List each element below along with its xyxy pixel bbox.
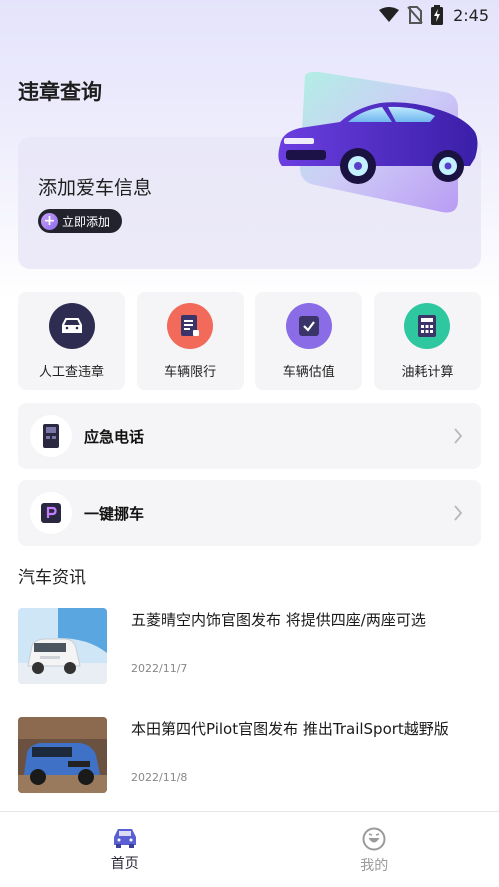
news-thumbnail [18, 717, 107, 793]
news-date: 2022/11/8 [131, 771, 188, 784]
feature-manual-violation[interactable]: 人工查违章 [18, 292, 125, 390]
no-sim-icon [407, 6, 423, 24]
wifi-icon [379, 7, 400, 22]
checkbox-icon [285, 303, 332, 349]
nav-label: 首页 [110, 856, 139, 872]
news-item[interactable]: 本田第四代Pilot官图发布 推出TrailSport越野版 2022/11/8 [18, 717, 481, 795]
nav-mine[interactable]: 我的 [250, 812, 499, 887]
battery-charging-icon [431, 5, 444, 25]
feature-label: 油耗计算 [401, 365, 454, 380]
feature-vehicle-restriction[interactable]: 车辆限行 [136, 292, 244, 390]
hero-title: 添加爱车信息 [38, 177, 153, 199]
status-bar: 2:45 [0, 0, 499, 30]
chevron-right-icon [454, 505, 463, 521]
news-title: 五菱晴空内饰官图发布 将提供四座/两座可选 [131, 611, 426, 629]
car-illustration [278, 71, 478, 213]
status-time: 2:45 [453, 5, 489, 25]
car-icon [113, 829, 136, 848]
car-front-icon [48, 303, 95, 349]
parking-icon [30, 492, 72, 534]
add-now-button[interactable]: + 立即添加 [38, 209, 123, 233]
smiley-icon [362, 827, 386, 851]
add-now-label: 立即添加 [62, 214, 111, 229]
news-thumbnail [18, 608, 107, 684]
feature-label: 车辆限行 [164, 365, 217, 380]
feature-label: 车辆估值 [282, 365, 335, 380]
nav-home[interactable]: 首页 [0, 812, 250, 887]
nav-label: 我的 [360, 858, 389, 874]
calculator-icon [404, 303, 451, 349]
plus-icon: + [41, 212, 58, 230]
row-label: 应急电话 [84, 427, 145, 446]
page-title: 违章查询 [18, 80, 102, 104]
feature-grid: 人工查违章 车辆限行 车辆估值 油耗计算 [18, 292, 481, 390]
feature-label: 人工查违章 [38, 365, 104, 380]
emergency-phone-row[interactable]: 应急电话 [18, 403, 481, 469]
bottom-nav: 首页 我的 [0, 811, 499, 887]
news-section-title: 汽车资讯 [18, 568, 86, 588]
phone-icon [30, 415, 72, 457]
feature-vehicle-valuation[interactable]: 车辆估值 [255, 292, 363, 390]
feature-fuel-calculator[interactable]: 油耗计算 [373, 292, 481, 390]
document-icon [167, 303, 214, 349]
news-item[interactable]: 五菱晴空内饰官图发布 将提供四座/两座可选 2022/11/7 [18, 608, 481, 686]
row-label: 一键挪车 [84, 504, 145, 523]
move-car-row[interactable]: 一键挪车 [18, 480, 481, 546]
chevron-right-icon [454, 428, 463, 444]
news-date: 2022/11/7 [131, 662, 188, 675]
news-title: 本田第四代Pilot官图发布 推出TrailSport越野版 [131, 720, 449, 738]
